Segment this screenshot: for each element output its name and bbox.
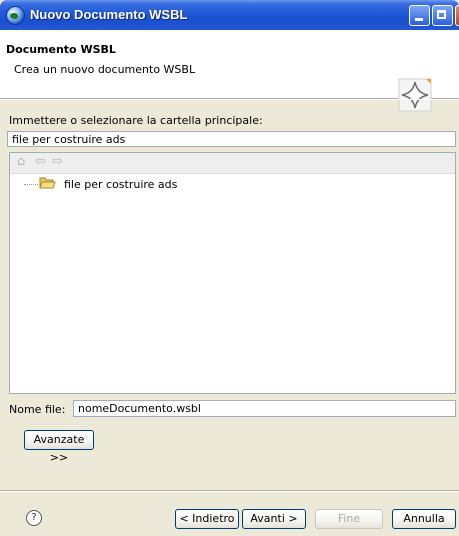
wizard-window: Nuovo Documento WSBL ✕ Documento WSBL Cr… (0, 0, 459, 536)
arrow-right-icon[interactable]: ⇨ (52, 155, 63, 169)
close-button[interactable]: ✕ (455, 5, 459, 26)
wizard-header: Documento WSBL Crea un nuovo documento W… (0, 30, 459, 112)
diamond-star-icon (398, 78, 432, 112)
minimize-icon (415, 18, 423, 21)
filename-input[interactable] (73, 400, 456, 417)
tree-item[interactable]: file per costruire ads (64, 178, 177, 191)
advanced-button[interactable]: Avanzate >> (24, 430, 94, 464)
minimize-button[interactable] (409, 5, 430, 26)
parent-folder-input[interactable] (7, 131, 456, 147)
next-button[interactable]: Avanti > (242, 509, 306, 529)
arrow-left-icon[interactable]: ⇦ (35, 155, 46, 169)
window-title: Nuovo Documento WSBL (30, 7, 188, 22)
finish-button[interactable]: Fine (315, 509, 383, 529)
open-folder-icon (39, 177, 56, 189)
globe-icon (6, 6, 25, 25)
home-icon[interactable]: ⌂ (17, 155, 25, 169)
folder-tree[interactable]: ⌂ ⇦ ⇨ file per costruire ads (9, 152, 456, 394)
separator (0, 99, 459, 100)
separator (0, 490, 459, 492)
help-icon[interactable]: ? (26, 510, 42, 526)
maximize-icon (437, 10, 446, 19)
page-title: Documento WSBL (6, 43, 116, 56)
tree-toolbar: ⌂ ⇦ ⇨ (10, 153, 455, 174)
back-button[interactable]: < Indietro (175, 509, 239, 529)
folder-prompt-label: Immettere o selezionare la cartella prin… (9, 114, 263, 127)
filename-label: Nome file: (9, 403, 66, 416)
cancel-button[interactable]: Annulla (392, 509, 456, 529)
page-description: Crea un nuovo documento WSBL (14, 63, 196, 76)
title-bar[interactable]: Nuovo Documento WSBL ✕ (0, 0, 459, 30)
maximize-button[interactable] (432, 5, 453, 26)
tree-connector (24, 184, 38, 185)
